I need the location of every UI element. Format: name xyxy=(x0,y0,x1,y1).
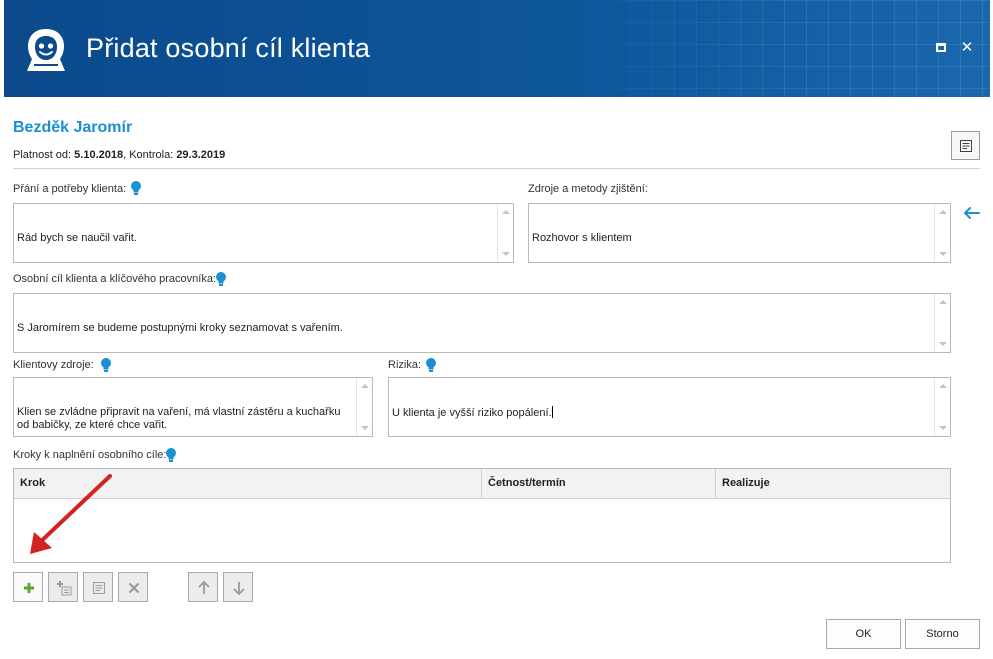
risks-hint-icon[interactable] xyxy=(425,357,437,373)
move-down-button[interactable] xyxy=(223,572,253,602)
validity-info: Platnost od: 5.10.2018, Kontrola: 29.3.2… xyxy=(13,149,225,161)
goal-hint-icon[interactable] xyxy=(215,271,227,287)
dialog-title: Přidat osobní cíl klienta xyxy=(86,33,371,63)
sources-textarea[interactable]: Rozhovor s klientem xyxy=(528,203,951,263)
header-divider xyxy=(13,168,980,169)
column-header-cetnost[interactable]: Četnost/termín xyxy=(482,469,716,499)
wishes-hint-icon[interactable] xyxy=(130,180,142,196)
add-substep-button[interactable] xyxy=(48,572,78,602)
ok-button[interactable]: OK xyxy=(826,619,901,649)
edit-step-button[interactable] xyxy=(83,572,113,602)
steps-label: Kroky k naplnění osobního cíle: xyxy=(13,449,167,461)
edit-icon xyxy=(93,582,105,594)
client-resources-textarea[interactable]: Klien se zvládne připravit na vaření, má… xyxy=(13,377,373,437)
risks-content: U klienta je vyšší riziko popálení. xyxy=(392,406,928,420)
risks-textarea[interactable]: U klienta je vyšší riziko popálení. xyxy=(388,377,951,437)
move-down-icon xyxy=(233,582,245,596)
validity-from-date: 5.10.2018 xyxy=(74,149,124,161)
column-header-realizuje[interactable]: Realizuje xyxy=(716,469,950,499)
risks-label: Rizika: xyxy=(388,359,422,371)
delete-icon xyxy=(128,582,140,594)
dialog-header: Přidat osobní cíl klienta ✕ xyxy=(4,0,990,97)
add-icon xyxy=(24,583,34,593)
goal-textarea[interactable]: S Jaromírem se budeme postupnými kroky s… xyxy=(13,293,951,353)
check-date: 29.3.2019 xyxy=(176,149,226,161)
goal-label: Osobní cíl klienta a klíčového pracovník… xyxy=(13,273,216,285)
notes-icon xyxy=(960,140,972,152)
validity-separator: , xyxy=(123,149,127,161)
close-icon[interactable]: ✕ xyxy=(959,40,975,56)
client-name: Bezděk Jaromír xyxy=(13,119,133,136)
goal-scrollbar[interactable] xyxy=(934,294,950,352)
header-pattern xyxy=(520,0,990,97)
steps-table[interactable]: Krok Četnost/termín Realizuje xyxy=(13,468,951,563)
add-substep-icon xyxy=(57,581,72,596)
goal-value: S Jaromírem se budeme postupnými kroky s… xyxy=(17,322,343,334)
risks-value: U klienta je vyšší riziko popálení. xyxy=(392,407,552,419)
add-step-button[interactable] xyxy=(13,572,43,602)
sources-scrollbar[interactable] xyxy=(934,204,950,262)
steps-hint-icon[interactable] xyxy=(165,447,177,463)
client-resources-value: Klien se zvládne připravit na vaření, má… xyxy=(17,406,344,431)
back-arrow-icon[interactable] xyxy=(962,206,980,220)
risks-scrollbar[interactable] xyxy=(934,378,950,436)
move-up-icon xyxy=(198,580,210,594)
storno-button[interactable]: Storno xyxy=(905,619,980,649)
steps-table-header: Krok Četnost/termín Realizuje xyxy=(14,469,950,499)
notes-button[interactable] xyxy=(951,131,980,160)
wishes-textarea[interactable]: Rád bych se naučil vařit. xyxy=(13,203,514,263)
client-resources-label: Klientovy zdroje: xyxy=(13,359,94,371)
validity-from-label: Platnost od: xyxy=(13,149,72,161)
column-header-krok[interactable]: Krok xyxy=(14,469,482,499)
client-resources-hint-icon[interactable] xyxy=(100,357,112,373)
client-resources-scrollbar[interactable] xyxy=(356,378,372,436)
app-logo-icon xyxy=(27,29,65,71)
wishes-scrollbar[interactable] xyxy=(497,204,513,262)
delete-step-button[interactable] xyxy=(118,572,148,602)
wishes-label: Přání a potřeby klienta: xyxy=(13,183,127,195)
sources-label: Zdroje a metody zjištění: xyxy=(528,183,648,195)
maximize-icon[interactable] xyxy=(934,40,950,56)
move-up-button[interactable] xyxy=(188,572,218,602)
sources-value: Rozhovor s klientem xyxy=(532,232,632,244)
text-caret xyxy=(551,406,553,418)
wishes-value: Rád bych se naučil vařit. xyxy=(17,232,137,244)
check-label: Kontrola: xyxy=(129,149,174,161)
